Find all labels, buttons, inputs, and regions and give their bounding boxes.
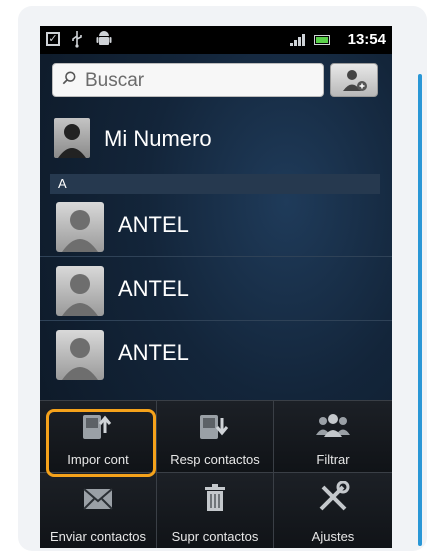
- usb-icon: [70, 30, 84, 53]
- person-silhouette-icon: [62, 210, 98, 252]
- status-time: 13:54: [347, 31, 386, 48]
- battery-icon: [314, 35, 330, 45]
- avatar: [54, 118, 90, 158]
- add-contact-button[interactable]: [330, 63, 378, 97]
- person-silhouette-icon: [58, 124, 86, 158]
- contact-name: ANTEL: [118, 340, 189, 365]
- settings-button[interactable]: Ajustes: [274, 473, 392, 548]
- options-menu: Impor cont Resp contactos Filtrar Enviar…: [40, 400, 392, 548]
- add-contact-icon: [343, 70, 367, 91]
- search-input[interactable]: Buscar: [52, 63, 324, 97]
- search-row: Buscar: [40, 54, 392, 106]
- search-placeholder: Buscar: [85, 70, 145, 91]
- phone-screen: ✓ 13:54 Buscar Mi Numero A ANTEL ANTEL A…: [40, 26, 392, 548]
- filter-people-icon: [316, 414, 350, 437]
- list-item[interactable]: ANTEL: [40, 198, 392, 257]
- list-item[interactable]: ANTEL: [40, 326, 392, 384]
- backup-contacts-icon: [200, 415, 229, 439]
- avatar: [56, 202, 104, 252]
- signal-icon: [290, 34, 306, 46]
- menu-item-label: Impor cont: [67, 452, 129, 467]
- status-bar: ✓ 13:54: [40, 26, 392, 54]
- person-silhouette-icon: [62, 274, 98, 316]
- android-icon: [96, 30, 112, 53]
- trash-icon: [205, 484, 225, 511]
- settings-tools-icon: [319, 481, 350, 511]
- contact-name: ANTEL: [118, 276, 189, 301]
- person-silhouette-icon: [62, 338, 98, 380]
- import-contacts-icon: [83, 415, 112, 439]
- accent-bar: [418, 74, 422, 546]
- send-contacts-button[interactable]: Enviar contactos: [40, 473, 157, 548]
- menu-item-label: Supr contactos: [171, 529, 259, 544]
- avatar: [56, 266, 104, 316]
- backup-contacts-button[interactable]: Resp contactos: [157, 401, 274, 473]
- contact-name: ANTEL: [118, 212, 189, 237]
- my-number-row[interactable]: Mi Numero: [40, 112, 392, 168]
- search-icon: [62, 71, 76, 85]
- menu-item-label: Resp contactos: [170, 452, 260, 467]
- envelope-icon: [83, 488, 113, 510]
- checkbox-icon: ✓: [46, 32, 60, 46]
- delete-contacts-button[interactable]: Supr contactos: [157, 473, 274, 548]
- import-contacts-button[interactable]: Impor cont: [40, 401, 157, 473]
- list-item[interactable]: ANTEL: [40, 262, 392, 321]
- filter-button[interactable]: Filtrar: [274, 401, 392, 473]
- menu-item-label: Enviar contactos: [49, 529, 147, 544]
- menu-item-label: Ajustes: [311, 529, 355, 544]
- avatar: [56, 330, 104, 380]
- menu-item-label: Filtrar: [316, 452, 350, 467]
- section-header: A: [50, 174, 380, 194]
- my-number-label: Mi Numero: [104, 126, 212, 151]
